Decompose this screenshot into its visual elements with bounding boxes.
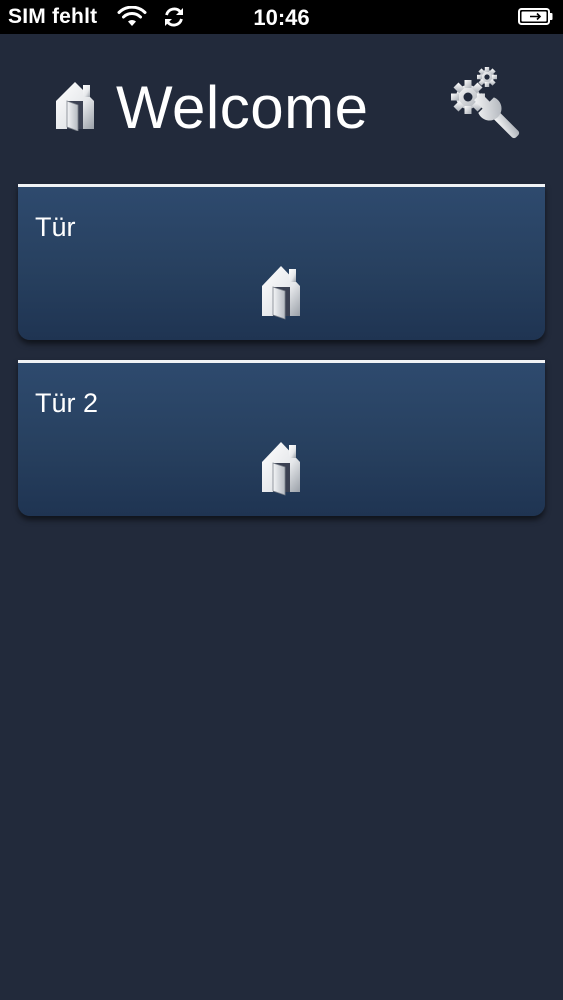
home-door-icon [56, 82, 94, 131]
home-door-icon [262, 266, 300, 320]
header: Welcome [0, 34, 563, 184]
home-door-icon [262, 442, 300, 496]
status-bar: SIM fehlt 10:46 [0, 0, 563, 34]
settings-wrench-icon[interactable] [446, 67, 526, 143]
app-screen: SIM fehlt 10:46 Welcome Tür Tür 2 [0, 0, 563, 1000]
door-name: Tür 2 [35, 388, 99, 418]
status-time: 10:46 [253, 5, 310, 30]
door-name: Tür [35, 212, 76, 242]
page-title: Welcome [116, 74, 369, 141]
door-card-tur[interactable]: Tür [18, 184, 545, 340]
door-card-tur-2[interactable]: Tür 2 [18, 360, 545, 516]
battery-icon [518, 8, 553, 25]
